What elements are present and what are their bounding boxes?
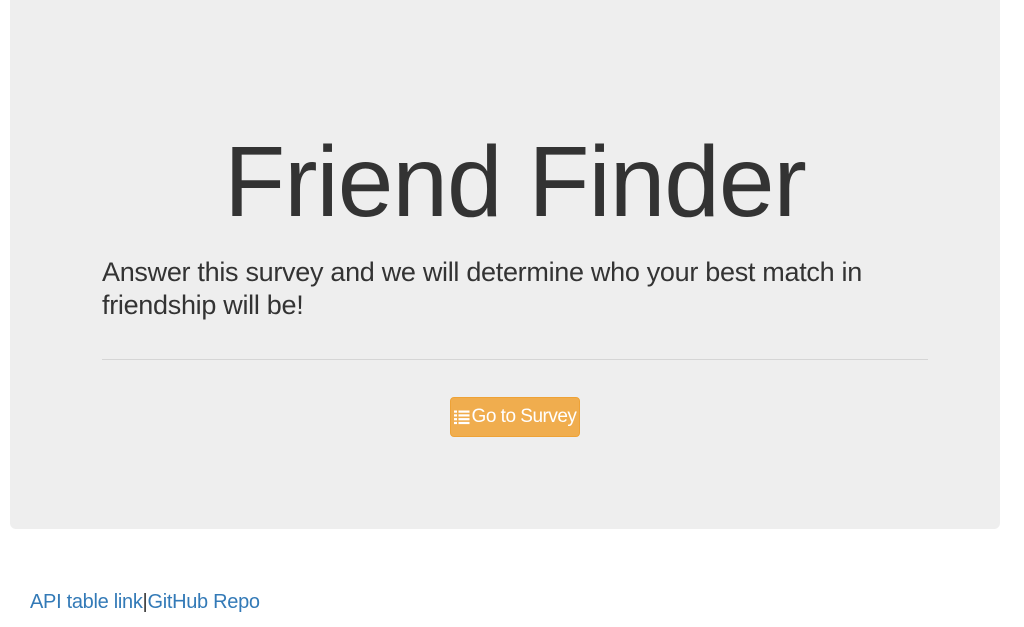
intro-text: Answer this survey and we will determine… bbox=[102, 257, 862, 320]
list-icon bbox=[453, 410, 470, 425]
api-table-link[interactable]: API table link bbox=[30, 591, 143, 613]
divider bbox=[102, 359, 928, 360]
go-to-survey-label: Go to Survey bbox=[471, 406, 577, 427]
jumbotron: Friend Finder Answer this survey and we … bbox=[10, 0, 1000, 529]
github-repo-link[interactable]: GitHub Repo bbox=[147, 591, 260, 613]
page-title: Friend Finder bbox=[224, 126, 807, 238]
footer: API table link|GitHub Repo bbox=[30, 589, 260, 615]
go-to-survey-button[interactable]: Go to Survey bbox=[450, 397, 580, 437]
